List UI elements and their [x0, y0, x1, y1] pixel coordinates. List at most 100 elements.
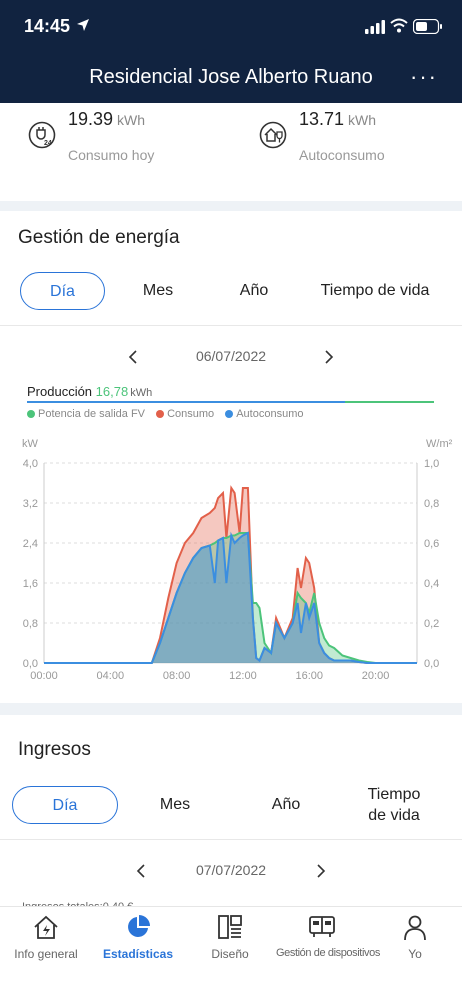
chart-series [44, 485, 417, 664]
page-title: Residencial Jose Alberto Ruano [89, 66, 373, 88]
y-tick-label-right: 0,2 [424, 618, 439, 630]
consumption-value: 19.39 kWh [68, 109, 145, 130]
income-period-tabs: Día Mes Año Tiempo de vida [0, 786, 462, 826]
wifi-icon [390, 18, 408, 33]
status-time: 14:45 [24, 16, 71, 36]
income-date[interactable]: 07/07/2022 [0, 862, 462, 878]
y-tick-label-right: 0,4 [424, 578, 439, 590]
user-icon [404, 915, 426, 941]
legend-dot [225, 410, 234, 418]
y-tick-label-right: 0,8 [424, 498, 439, 510]
chevron-left-icon[interactable] [128, 350, 138, 364]
y-tick-label-left: 4,0 [23, 458, 38, 470]
consumption-number: 19.39 [68, 109, 114, 129]
tab-year[interactable]: Año [214, 272, 294, 310]
tabbar-label: Estadísticas [102, 947, 174, 961]
tabbar-label: Yo [408, 947, 422, 961]
tabbar-label: Info general [14, 947, 78, 961]
legend-label: Consumo [167, 408, 215, 420]
chevron-left-icon[interactable] [136, 864, 146, 878]
y-tick-label-right: 0,6 [424, 538, 439, 550]
self-consumption-unit: kWh [348, 112, 377, 128]
legend-item-pv[interactable]: Potencia de salida FV [27, 408, 145, 420]
plug-24-icon: 24 [28, 121, 56, 149]
tab-month[interactable]: Mes [118, 272, 198, 310]
consumption-unit: kWh [117, 112, 146, 128]
energy-chart[interactable]: kW W/m² 0,0 0,0 0,8 0,2 1,6 0,4 2,4 0,6 3,2 0,8 4,… [0, 433, 462, 693]
income-section-title: Ingresos [18, 739, 91, 760]
tabbar-item-design[interactable]: Diseño [184, 907, 276, 967]
legend-dot [156, 410, 165, 418]
divider [0, 839, 462, 840]
home-bolt-icon [34, 915, 58, 939]
x-tick-label: 20:00 [362, 670, 390, 682]
status-bar: 14:45 [0, 0, 462, 54]
x-tick-label: 12:00 [229, 670, 257, 682]
y-tick-label-left: 0,8 [23, 618, 38, 630]
legend-label: Autoconsumo [236, 408, 304, 420]
income-tab-month[interactable]: Mes [135, 786, 215, 824]
legend-dot [27, 410, 35, 418]
svg-text:24: 24 [44, 140, 52, 147]
energy-date-nav: 06/07/2022 [0, 346, 462, 370]
energy-section-title: Gestión de energía [18, 227, 180, 248]
tabbar-item-statistics[interactable]: Estadísticas [92, 907, 184, 967]
legend-item-consumption[interactable]: Consumo [156, 408, 214, 420]
y-tick-label-left: 0,0 [23, 658, 38, 670]
production-bar [27, 401, 434, 403]
self-consumption-label: Autoconsumo [299, 147, 385, 163]
consumption-label: Consumo hoy [68, 147, 155, 163]
tab-line: de vida [368, 807, 420, 824]
battery-icon [413, 19, 442, 34]
self-consumption-value: 13.71 kWh [299, 109, 376, 130]
x-tick-label: 16:00 [295, 670, 323, 682]
layout-icon [218, 915, 242, 939]
tabbar-label: Diseño [211, 947, 249, 961]
devices-icon [309, 916, 335, 937]
y-tick-label-left: 1,6 [23, 578, 38, 590]
chevron-right-icon[interactable] [316, 864, 326, 878]
x-tick-label: 00:00 [30, 670, 58, 682]
location-arrow-icon [77, 19, 89, 31]
chevron-right-icon[interactable] [324, 350, 334, 364]
y-tick-label-right: 1,0 [424, 458, 439, 470]
income-card: Ingresos Día Mes Año Tiempo de vida 07/0… [0, 715, 462, 913]
summary-card: 24 19.39 kWh Consumo hoy 13.71 kWh Autocon… [0, 103, 462, 201]
income-date-nav: 07/07/2022 [0, 860, 462, 884]
chart-legend: Potencia de salida FV Consumo Autoconsum… [27, 408, 311, 420]
app-header: 14:45 Residencial Jose Alberto Ruano ··· [0, 0, 462, 103]
bottom-tab-bar: Info general Estadísticas Diseño Gestión… [0, 906, 462, 1000]
self-consumption-number: 13.71 [299, 109, 345, 129]
tab-lifetime[interactable]: Tiempo de vida [310, 272, 440, 310]
income-tab-lifetime[interactable]: Tiempo de vida [344, 784, 444, 824]
production-value: 16,78 [95, 384, 129, 399]
production-unit: kWh [130, 387, 153, 399]
x-tick-label: 08:00 [163, 670, 191, 682]
tabbar-label: Gestión de dispositivos [276, 947, 380, 959]
tabbar-item-overview[interactable]: Info general [0, 907, 92, 967]
y-tick-label-left: 2,4 [23, 538, 38, 550]
income-tab-day[interactable]: Día [12, 786, 118, 824]
tabbar-item-me[interactable]: Yo [368, 907, 462, 967]
cellular-signal-icon [365, 20, 385, 34]
y-tick-label-left: 3,2 [23, 498, 38, 510]
x-tick-label: 04:00 [97, 670, 125, 682]
more-options-button[interactable]: ··· [410, 64, 438, 90]
income-tab-year[interactable]: Año [246, 786, 326, 824]
legend-item-self-consumption[interactable]: Autoconsumo [225, 408, 303, 420]
energy-date[interactable]: 06/07/2022 [0, 348, 462, 364]
energy-management-card: Gestión de energía Día Mes Año Tiempo de… [0, 211, 462, 703]
tabbar-item-devices[interactable]: Gestión de dispositivos [276, 907, 380, 967]
right-unit-label: W/m² [426, 438, 453, 450]
home-plug-icon [259, 121, 287, 149]
tab-line: Tiempo [367, 786, 421, 803]
divider [0, 325, 462, 326]
production-label: Producción [27, 384, 93, 399]
pie-chart-icon [128, 915, 150, 937]
energy-period-tabs: Día Mes Año Tiempo de vida [0, 272, 462, 312]
y-tick-label-right: 0,0 [424, 658, 439, 670]
production-summary: Producción 16,78 kWh [27, 384, 152, 399]
tab-day[interactable]: Día [20, 272, 105, 310]
left-unit-label: kW [22, 438, 39, 450]
legend-label: Potencia de salida FV [38, 408, 146, 420]
